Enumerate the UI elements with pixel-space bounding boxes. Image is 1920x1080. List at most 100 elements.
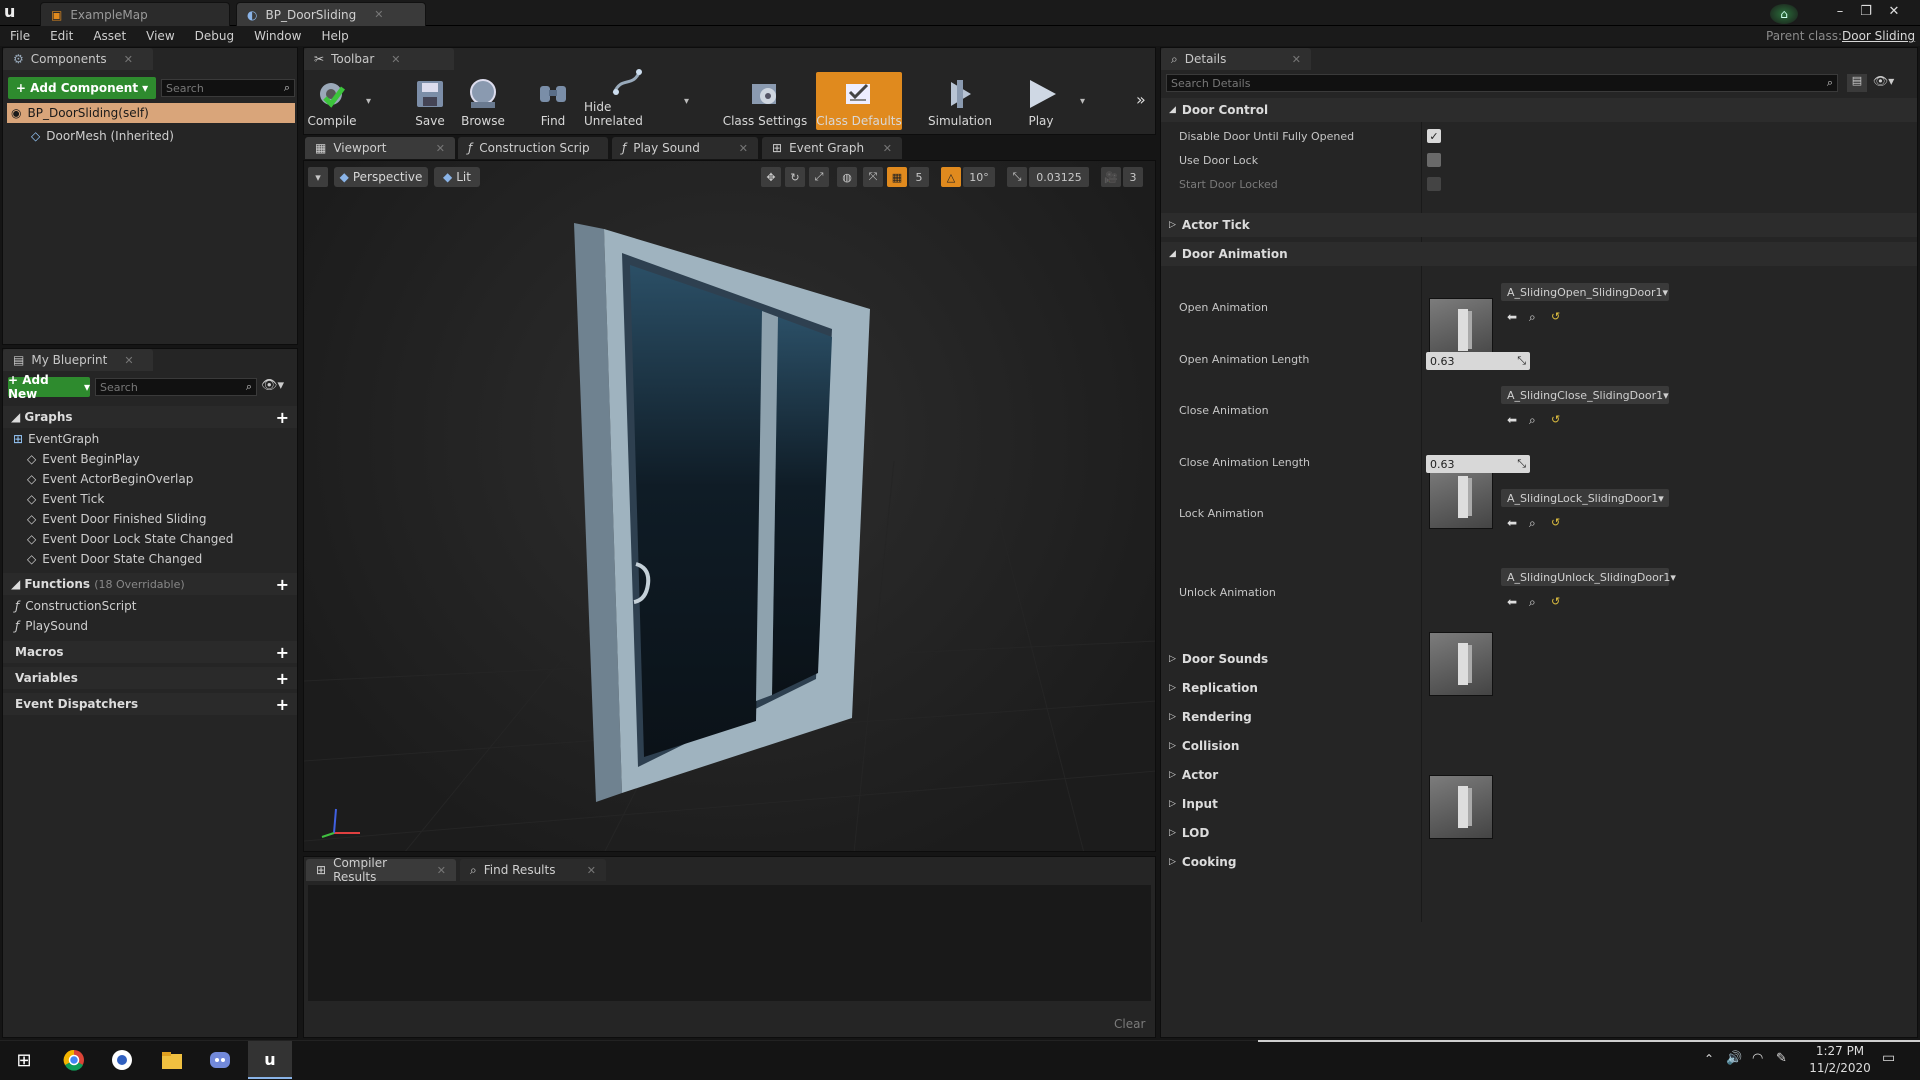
collision-section-header[interactable]: ▷ Collision: [1161, 734, 1917, 758]
camera-speed-value[interactable]: 3: [1123, 167, 1143, 187]
function-row[interactable]: ƒ ConstructionScript: [15, 596, 136, 616]
play-options-arrow-icon[interactable]: ▾: [1080, 96, 1085, 107]
components-tab[interactable]: ⚙ Components ✕: [3, 48, 153, 70]
volume-icon[interactable]: 🔊: [1726, 1051, 1742, 1066]
translate-tool-icon[interactable]: ✥: [761, 167, 781, 187]
tab-compiler-results[interactable]: ⊞ Compiler Results ✕: [306, 856, 456, 884]
hide-unrelated-options-arrow-icon[interactable]: ▾: [684, 96, 689, 107]
door-control-section-header[interactable]: ◢ Door Control: [1161, 98, 1917, 122]
windows-start-icon[interactable]: ⊞: [2, 1041, 46, 1079]
actor-section-header[interactable]: ▷ Actor: [1161, 763, 1917, 787]
taskbar-time[interactable]: 1:27 PM: [1812, 1044, 1868, 1058]
reset-to-default-icon[interactable]: ↺: [1551, 310, 1560, 323]
parent-class-link[interactable]: Door Sliding: [1842, 29, 1915, 43]
component-root-row[interactable]: ◉ BP_DoorSliding(self): [7, 103, 295, 123]
browse-asset-icon[interactable]: ⌕: [1529, 595, 1536, 610]
simulation-button[interactable]: Simulation: [922, 72, 998, 130]
add-dispatcher-icon[interactable]: +: [276, 695, 289, 714]
close-icon[interactable]: ✕: [437, 864, 446, 877]
tab-play-sound[interactable]: ƒ Play Sound ✕: [612, 137, 758, 159]
event-row[interactable]: ◇ Event BeginPlay: [27, 449, 140, 469]
doc-tab-examplemap[interactable]: ▣ ExampleMap: [40, 2, 230, 26]
door-animation-section-header[interactable]: ◢ Door Animation: [1161, 242, 1917, 266]
functions-section-header[interactable]: ◢ Functions (18 Overridable) +: [3, 573, 297, 595]
close-icon[interactable]: ✕: [883, 142, 892, 155]
macros-section-header[interactable]: Macros +: [3, 641, 297, 663]
tab-event-graph[interactable]: ⊞ Event Graph ✕: [762, 137, 902, 159]
close-animation-length-field[interactable]: 0.63 ⤡: [1426, 455, 1530, 473]
menu-debug[interactable]: Debug: [185, 29, 244, 43]
class-defaults-button[interactable]: Class Defaults: [816, 72, 902, 130]
find-button[interactable]: Find: [528, 72, 578, 130]
cooking-section-header[interactable]: ▷ Cooking: [1161, 850, 1917, 874]
camera-speed-icon[interactable]: 🎥: [1101, 167, 1121, 187]
compile-button[interactable]: Compile: [306, 72, 358, 130]
grid-snap-icon[interactable]: ▦: [887, 167, 907, 187]
rotation-snap-icon[interactable]: △: [941, 167, 961, 187]
close-icon[interactable]: ✕: [739, 142, 748, 155]
door-sounds-section-header[interactable]: ▷ Door Sounds: [1161, 647, 1917, 671]
world-local-icon[interactable]: ◍: [837, 167, 857, 187]
function-row[interactable]: ƒ PlaySound: [15, 616, 88, 636]
details-search-input[interactable]: Search Details ⌕: [1166, 74, 1838, 92]
unreal-engine-taskbar-icon[interactable]: u: [248, 1041, 292, 1079]
scale-snap-icon[interactable]: ⤡: [1007, 167, 1027, 187]
my-blueprint-search-input[interactable]: Search ⌕: [95, 378, 257, 396]
input-section-header[interactable]: ▷ Input: [1161, 792, 1917, 816]
class-settings-button[interactable]: Class Settings: [722, 72, 808, 130]
event-row[interactable]: ◇ Event Door Finished Sliding: [27, 509, 207, 529]
play-button[interactable]: Play: [1016, 72, 1066, 130]
tab-construction-script[interactable]: ƒ Construction Scrip: [458, 137, 608, 159]
my-blueprint-tab[interactable]: ▤ My Blueprint ✕: [3, 349, 153, 371]
view-options-icon[interactable]: 👁▾: [1873, 74, 1894, 88]
source-control-icon[interactable]: ⌂: [1770, 4, 1798, 24]
grid-snap-value[interactable]: 5: [909, 167, 929, 187]
lit-button[interactable]: ◆ Lit: [434, 167, 480, 187]
use-selected-arrow-icon[interactable]: ⬅: [1507, 413, 1517, 427]
hide-unrelated-button[interactable]: Hide Unrelated: [584, 69, 670, 130]
menu-file[interactable]: File: [0, 29, 40, 43]
network-icon[interactable]: ◠: [1752, 1051, 1763, 1066]
open-animation-length-field[interactable]: 0.63 ⤡: [1426, 352, 1530, 370]
rotation-snap-value[interactable]: 10°: [963, 167, 995, 187]
add-new-button[interactable]: + Add New ▾: [8, 373, 90, 401]
disable-door-checkbox[interactable]: ✓: [1427, 129, 1441, 143]
surface-snap-icon[interactable]: ⤧: [863, 167, 883, 187]
tab-find-results[interactable]: ⌕ Find Results ✕: [460, 859, 606, 881]
close-icon[interactable]: ✕: [124, 354, 133, 367]
minimize-icon[interactable]: –: [1828, 2, 1852, 20]
event-graph-row[interactable]: ⊞ EventGraph: [13, 429, 99, 449]
unlock-animation-asset-picker[interactable]: A_SlidingUnlock_SlidingDoor1 ▾: [1501, 568, 1676, 586]
notifications-icon[interactable]: ▭: [1882, 1050, 1895, 1066]
use-selected-arrow-icon[interactable]: ⬅: [1507, 595, 1517, 609]
close-animation-thumbnail[interactable]: [1429, 465, 1493, 529]
door-mesh[interactable]: [304, 161, 1156, 852]
viewport[interactable]: [303, 160, 1156, 852]
scale-snap-value[interactable]: 0.03125: [1029, 167, 1089, 187]
close-icon[interactable]: ✕: [391, 53, 400, 66]
menu-window[interactable]: Window: [244, 29, 311, 43]
browse-asset-icon[interactable]: ⌕: [1529, 516, 1536, 531]
perspective-button[interactable]: ◆ Perspective: [334, 167, 428, 187]
component-doormesh-row[interactable]: ◇ DoorMesh (Inherited): [31, 126, 174, 146]
add-graph-icon[interactable]: +: [276, 408, 289, 427]
event-row[interactable]: ◇ Event Tick: [27, 489, 104, 509]
event-row[interactable]: ◇ Event ActorBeginOverlap: [27, 469, 193, 489]
close-icon[interactable]: ✕: [374, 8, 383, 21]
use-selected-arrow-icon[interactable]: ⬅: [1507, 310, 1517, 324]
rendering-section-header[interactable]: ▷ Rendering: [1161, 705, 1917, 729]
open-animation-asset-picker[interactable]: A_SlidingOpen_SlidingDoor1 ▾: [1501, 283, 1669, 301]
taskbar-date[interactable]: 11/2/2020: [1808, 1061, 1872, 1075]
menu-asset[interactable]: Asset: [83, 29, 136, 43]
pen-icon[interactable]: ✎: [1776, 1051, 1787, 1066]
discord-icon[interactable]: [198, 1041, 242, 1079]
menu-help[interactable]: Help: [311, 29, 358, 43]
doc-tab-bp-doorsliding[interactable]: ◐ BP_DoorSliding ✕: [236, 2, 426, 26]
variables-section-header[interactable]: Variables +: [3, 667, 297, 689]
reset-to-default-icon[interactable]: ↺: [1551, 516, 1560, 529]
event-row[interactable]: ◇ Event Door State Changed: [27, 549, 202, 569]
add-component-button[interactable]: + Add Component ▾: [8, 77, 156, 99]
unreal-logo-icon[interactable]: u: [4, 2, 24, 22]
components-search-input[interactable]: Search ⌕: [161, 79, 295, 97]
close-icon[interactable]: ✕: [587, 864, 596, 877]
